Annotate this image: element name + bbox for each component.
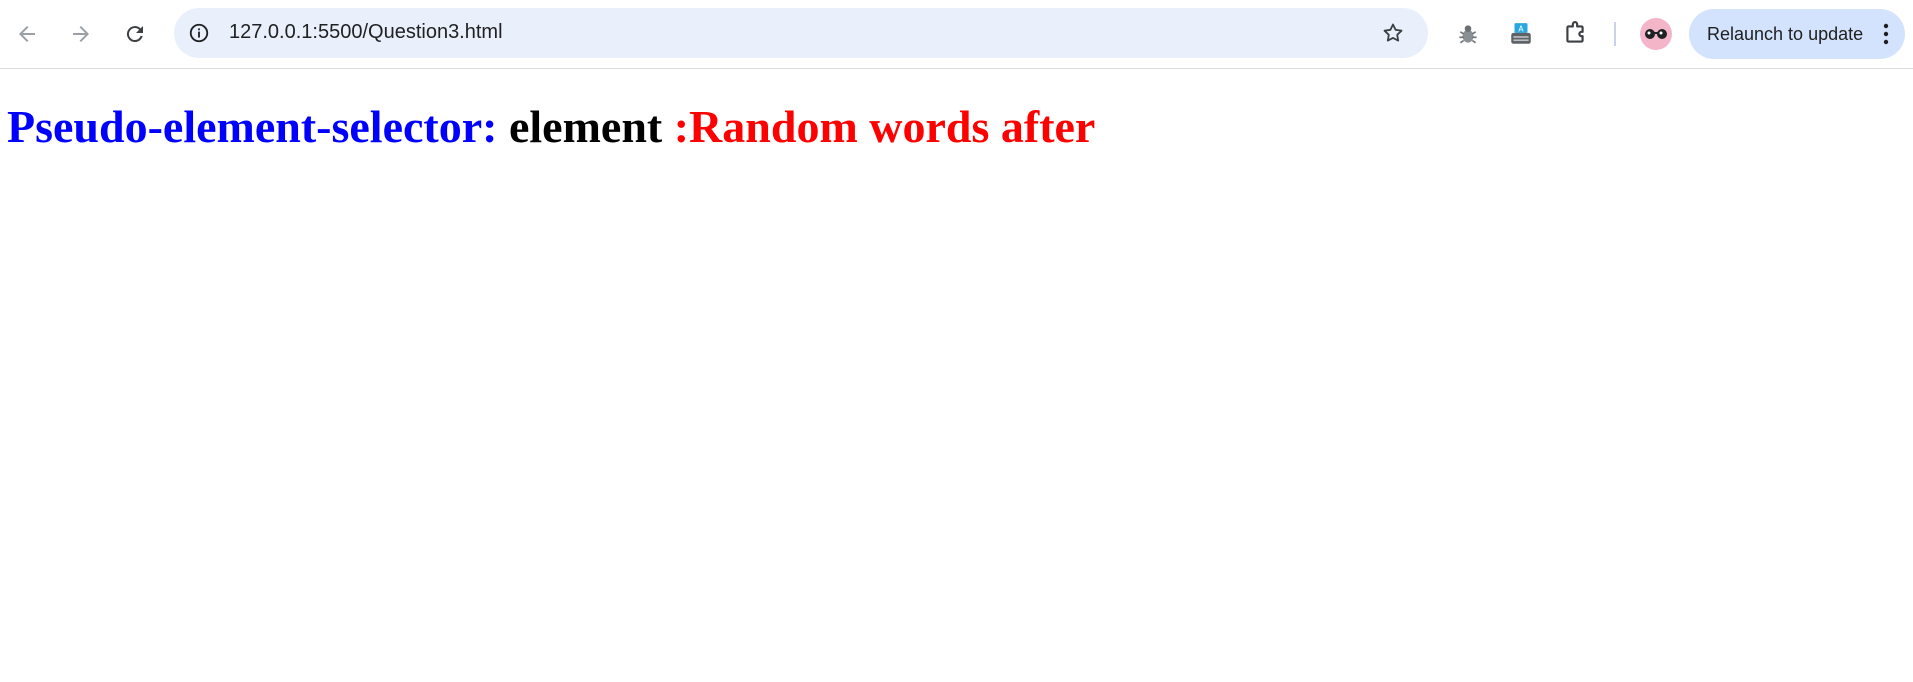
after-text: :Random words after [673, 101, 1096, 152]
bug-extension-icon[interactable] [1450, 16, 1486, 52]
reload-button[interactable] [115, 14, 155, 54]
element-text: element [508, 101, 663, 152]
relaunch-update-button[interactable]: Relaunch to update [1689, 9, 1905, 59]
forward-button[interactable] [61, 14, 101, 54]
sunglasses-avatar-icon [1645, 29, 1667, 39]
profile-avatar[interactable] [1640, 18, 1672, 50]
page-content: Pseudo-element-selector: element :Random… [0, 69, 1913, 682]
browser-toolbar: 127.0.0.1:5500/Question3.html A Relaunch… [0, 0, 1913, 69]
relaunch-label: Relaunch to update [1707, 24, 1864, 44]
url-text[interactable]: 127.0.0.1:5500/Question3.html [229, 21, 503, 44]
puzzle-extensions-icon[interactable] [1557, 16, 1593, 52]
page-heading: Pseudo-element-selector: element :Random… [7, 104, 1095, 150]
back-button[interactable] [7, 14, 47, 54]
reload-icon [126, 26, 143, 43]
selector-label: Pseudo-element-selector: [7, 101, 498, 152]
toolbar-divider [1614, 22, 1616, 46]
svg-text:A: A [1518, 24, 1524, 33]
bookmark-star-icon[interactable] [1380, 20, 1406, 46]
typewriter-extension-icon[interactable]: A [1503, 16, 1539, 52]
arrow-right-icon [73, 26, 89, 42]
address-bar[interactable]: 127.0.0.1:5500/Question3.html [174, 8, 1428, 58]
more-vert-icon[interactable] [1883, 22, 1889, 46]
arrow-left-icon [19, 26, 35, 42]
site-info-icon[interactable] [186, 20, 212, 46]
